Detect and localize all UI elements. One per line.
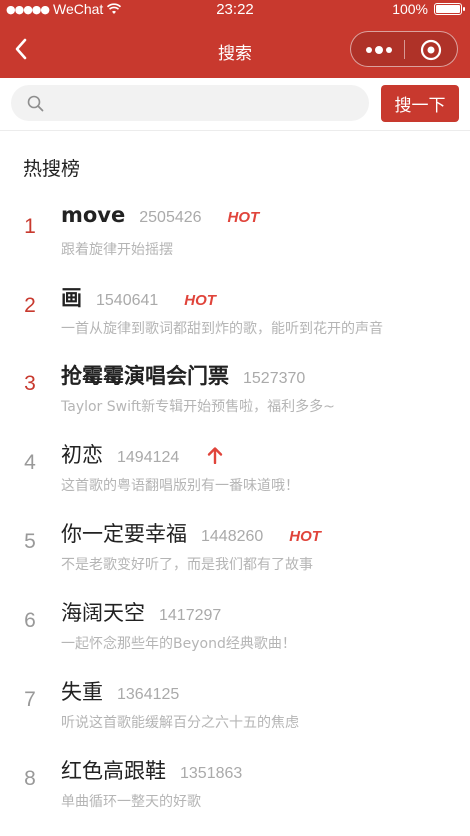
search-input[interactable] — [55, 91, 359, 117]
rank-number: 8 — [24, 767, 36, 790]
item-name: 失重 — [61, 680, 103, 704]
hot-list-title: 热搜榜 — [23, 158, 81, 180]
item-description: Taylor Swift新专辑开始预售啦，福利多多~ — [61, 399, 335, 415]
item-description: 不是老歌变好听了，而是我们都有了故事 — [61, 557, 313, 573]
item-search-count: 1540641 — [96, 292, 159, 309]
item-title-line: 红色高跟鞋 1351863 — [61, 755, 242, 785]
battery-icon — [434, 3, 465, 15]
item-description: 跟着旋律开始摇摆 — [61, 242, 173, 258]
rank-number: 3 — [24, 372, 36, 395]
item-description: 这首歌的粤语翻唱版别有一番味道哦！ — [61, 478, 299, 494]
item-search-count: 1527370 — [243, 370, 306, 387]
item-name: move — [61, 203, 126, 227]
item-name: 画 — [61, 286, 82, 310]
nav-bar: 搜索 — [0, 20, 470, 78]
hot-badge: HOT — [184, 292, 216, 309]
hot-badge: HOT — [227, 209, 260, 226]
hot-list-item[interactable]: 3 抢霉霉演唱会门票 1527370 Taylor Swift新专辑开始预售啦，… — [0, 360, 470, 438]
item-name: 初恋 — [61, 443, 103, 467]
item-title-line: 失重 1364125 — [61, 676, 179, 706]
hot-badge: HOT — [289, 528, 321, 545]
battery-percent: 100% — [392, 1, 428, 17]
rank-number: 6 — [24, 609, 36, 632]
item-description: 听说这首歌能缓解百分之六十五的焦虑 — [61, 715, 299, 731]
more-icon[interactable] — [363, 41, 395, 59]
item-description: 单曲循环一整天的好歌 — [61, 794, 201, 810]
search-icon — [27, 95, 44, 112]
item-title-line: move 2505426 HOT — [61, 203, 259, 227]
rank-number: 5 — [24, 530, 36, 553]
item-title-line: 画 1540641 HOT — [61, 282, 216, 312]
item-search-count: 1494124 — [117, 449, 180, 466]
item-name: 红色高跟鞋 — [61, 759, 166, 783]
item-title-line: 海阔天空 1417297 — [61, 597, 221, 627]
status-right: 100% — [392, 1, 465, 17]
item-name: 海阔天空 — [61, 601, 145, 625]
item-search-count: 2505426 — [139, 209, 202, 226]
capsule-divider — [404, 40, 405, 59]
hot-list-item[interactable]: 2 画 1540641 HOT 一首从旋律到歌词都甜到炸的歌，能听到花开的声音 — [0, 282, 470, 360]
item-search-count: 1448260 — [201, 528, 264, 545]
battery-level — [436, 5, 460, 13]
item-search-count: 1417297 — [159, 607, 222, 624]
hot-list-item[interactable]: 6 海阔天空 1417297 一起怀念那些年的Beyond经典歌曲！ — [0, 597, 470, 675]
item-title-line: 抢霉霉演唱会门票 1527370 — [61, 360, 305, 390]
search-box[interactable] — [11, 85, 369, 121]
item-title-line: 你一定要幸福 1448260 HOT — [61, 518, 321, 548]
item-name: 你一定要幸福 — [61, 522, 187, 546]
rank-number: 1 — [24, 215, 36, 238]
status-bar: ●●●●● WeChat 23:22 100% — [0, 0, 470, 20]
rank-number: 4 — [24, 451, 36, 474]
hot-list-item[interactable]: 4 初恋 1494124 这首歌的粤语翻唱版别有一番味道哦！ — [0, 439, 470, 517]
search-bar: 搜一下 — [0, 78, 470, 131]
hot-list-item[interactable]: 5 你一定要幸福 1448260 HOT 不是老歌变好听了，而是我们都有了故事 — [0, 518, 470, 596]
hot-list-item[interactable]: 7 失重 1364125 听说这首歌能缓解百分之六十五的焦虑 — [0, 676, 470, 754]
close-mini-program-icon[interactable] — [419, 38, 443, 62]
item-search-count: 1351863 — [180, 765, 243, 782]
item-title-line: 初恋 1494124 — [61, 439, 223, 469]
search-button[interactable]: 搜一下 — [381, 85, 459, 122]
hot-list-item[interactable]: 1 move 2505426 HOT 跟着旋律开始摇摆 — [0, 203, 470, 281]
item-name: 抢霉霉演唱会门票 — [61, 364, 229, 388]
trending-up-arrow-icon — [208, 447, 223, 464]
item-search-count: 1364125 — [117, 686, 180, 703]
item-description: 一起怀念那些年的Beyond经典歌曲！ — [61, 636, 296, 652]
item-description: 一首从旋律到歌词都甜到炸的歌，能听到花开的声音 — [61, 321, 383, 337]
rank-number: 2 — [24, 294, 36, 317]
mini-program-capsule — [350, 31, 458, 67]
hot-list-item[interactable]: 8 红色高跟鞋 1351863 单曲循环一整天的好歌 — [0, 755, 470, 833]
rank-number: 7 — [24, 688, 36, 711]
